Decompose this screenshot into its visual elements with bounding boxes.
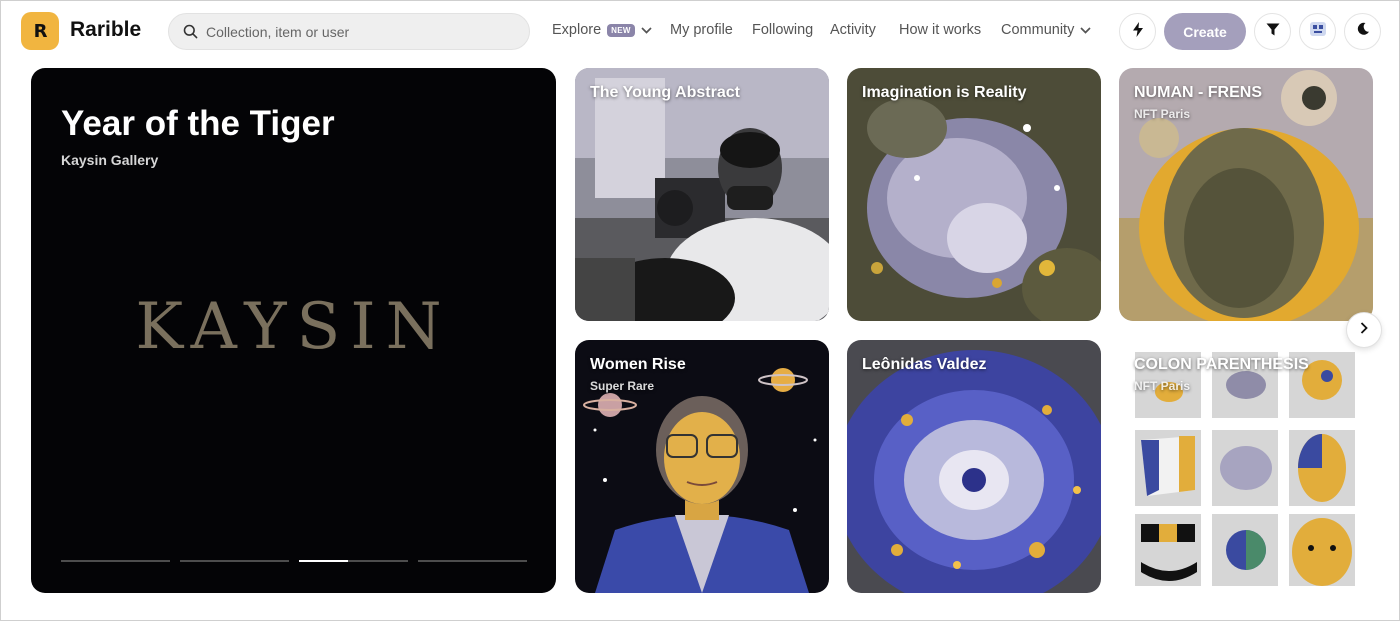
card-artwork-bw-portrait bbox=[575, 68, 829, 321]
slide-indicator-active[interactable] bbox=[299, 560, 408, 562]
card-subtitle: NFT Paris bbox=[1134, 379, 1191, 393]
nav-following[interactable]: Following bbox=[752, 22, 813, 38]
nav-my-profile[interactable]: My profile bbox=[670, 22, 733, 38]
search-icon bbox=[183, 24, 198, 39]
theme-toggle-button[interactable] bbox=[1344, 13, 1381, 50]
hero-artwork-logo: KAYSIN bbox=[135, 290, 452, 364]
nav-explore[interactable]: Explore NEW bbox=[552, 22, 652, 38]
profile-avatar-button[interactable] bbox=[1299, 13, 1336, 50]
card-title: Leônidas Valdez bbox=[862, 356, 987, 373]
card-artwork-blue-burst bbox=[847, 340, 1101, 593]
moon-icon bbox=[1356, 22, 1370, 41]
collection-card-young-abstract[interactable]: The Young Abstract bbox=[575, 68, 829, 321]
card-title: Women Rise bbox=[590, 356, 686, 373]
collection-card-colon-parenthesis[interactable]: COLON PARENTHESIS NFT Paris bbox=[1119, 340, 1373, 593]
nav-activity[interactable]: Activity bbox=[830, 22, 876, 38]
filter-button[interactable] bbox=[1254, 13, 1291, 50]
logo-letter: R bbox=[33, 20, 48, 42]
card-artwork-fuzzy-creature bbox=[1119, 68, 1373, 321]
hero-title: Year of the Tiger bbox=[61, 104, 335, 143]
nav-explore-label: Explore bbox=[552, 22, 602, 38]
chevron-down-icon bbox=[641, 26, 652, 34]
card-subtitle: NFT Paris bbox=[1134, 107, 1191, 121]
collection-card-leonidas-valdez[interactable]: Leônidas Valdez bbox=[847, 340, 1101, 593]
card-artwork-illustrated-woman bbox=[575, 340, 829, 593]
collection-card-imagination-is-reality[interactable]: Imagination is Reality bbox=[847, 68, 1101, 321]
hero-subtitle[interactable]: Kaysin Gallery bbox=[61, 152, 158, 168]
brand-name[interactable]: Rarible bbox=[70, 18, 141, 42]
card-title: The Young Abstract bbox=[590, 84, 740, 101]
nav-how-it-works[interactable]: How it works bbox=[899, 22, 981, 38]
filter-funnel-icon bbox=[1266, 23, 1280, 41]
top-navbar: R Rarible Explore NEW My profile Followi… bbox=[1, 1, 1400, 63]
card-artwork-emoji-grid bbox=[1119, 340, 1373, 593]
search-bar[interactable] bbox=[168, 13, 530, 50]
activity-lightning-button[interactable] bbox=[1119, 13, 1156, 50]
card-title: NUMAN - FRENS bbox=[1134, 84, 1262, 101]
chevron-right-icon bbox=[1360, 321, 1368, 339]
avatar-icon bbox=[1308, 19, 1328, 44]
collection-card-numan-frens[interactable]: NUMAN - FRENS NFT Paris bbox=[1119, 68, 1373, 321]
search-input[interactable] bbox=[206, 23, 506, 40]
card-title: COLON PARENTHESIS bbox=[1134, 356, 1309, 373]
card-title: Imagination is Reality bbox=[862, 84, 1027, 101]
chevron-down-icon bbox=[1080, 26, 1091, 34]
rarible-logo[interactable]: R bbox=[21, 12, 59, 50]
card-artwork-cosmic-texture bbox=[847, 68, 1101, 321]
slide-indicator[interactable] bbox=[61, 560, 170, 562]
nav-community-label: Community bbox=[1001, 22, 1075, 38]
nav-community[interactable]: Community bbox=[1001, 22, 1091, 38]
create-button[interactable]: Create bbox=[1164, 13, 1246, 50]
new-badge: NEW bbox=[607, 23, 635, 37]
hero-featured-collection[interactable]: Year of the Tiger Kaysin Gallery KAYSIN bbox=[31, 68, 556, 593]
hero-slide-indicators bbox=[61, 560, 527, 562]
slide-indicator[interactable] bbox=[180, 560, 289, 562]
lightning-icon bbox=[1132, 21, 1144, 42]
card-subtitle: Super Rare bbox=[590, 379, 655, 393]
collection-card-women-rise[interactable]: Women Rise Super Rare bbox=[575, 340, 829, 593]
slide-indicator[interactable] bbox=[418, 560, 527, 562]
carousel-next-button[interactable] bbox=[1346, 312, 1382, 348]
